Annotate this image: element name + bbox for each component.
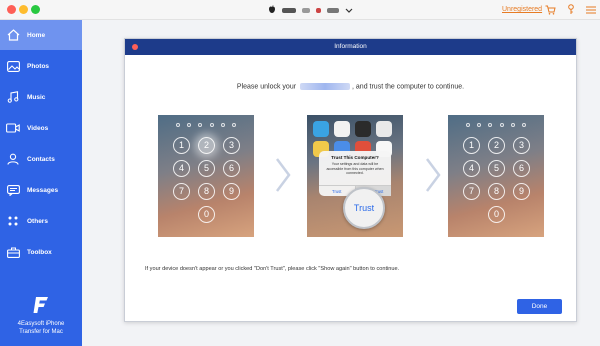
messages-icon <box>6 183 20 197</box>
home-icon <box>6 28 20 42</box>
device-name-redacted <box>282 7 296 13</box>
sidebar-item-home[interactable]: Home <box>0 20 82 50</box>
sidebar-item-label: Videos <box>27 124 49 132</box>
keypad-key: 2 <box>488 137 505 154</box>
sidebar-item-label: Toolbox <box>27 248 52 256</box>
sidebar-item-others[interactable]: Others <box>0 206 82 236</box>
menu-icon[interactable] <box>585 4 596 15</box>
keypad-key: 3 <box>513 137 530 154</box>
device-name-redacted <box>327 7 339 13</box>
trust-magnifier: Trust <box>343 187 385 229</box>
zoom-window-button[interactable] <box>31 5 40 14</box>
sidebar-item-videos[interactable]: Videos <box>0 113 82 143</box>
trust-prompt-illustration: Trust This Computer? Your settings and d… <box>307 115 403 237</box>
sidebar-item-label: Photos <box>27 62 50 70</box>
keypad-key: 2 <box>198 137 215 154</box>
minimize-window-button[interactable] <box>19 5 28 14</box>
keypad-key: 7 <box>463 183 480 200</box>
keypad-key: 7 <box>173 183 190 200</box>
done-button[interactable]: Done <box>517 299 562 314</box>
lock-screen-illustration-2: 1 2 3 4 5 6 7 8 9 0 <box>448 115 544 237</box>
sidebar-item-label: Others <box>27 217 48 225</box>
keypad-key: 4 <box>173 160 190 177</box>
keypad-key: 0 <box>488 206 505 223</box>
chevron-right-icon <box>275 157 291 193</box>
keypad-key: 1 <box>173 137 190 154</box>
photos-icon <box>6 59 20 73</box>
trust-popup-title: Trust This Computer? <box>331 155 379 160</box>
chevron-right-icon <box>425 157 441 193</box>
keypad-key: 5 <box>488 160 505 177</box>
instruction-text-start: Please unlock your <box>236 83 297 91</box>
sidebar-item-label: Contacts <box>27 155 55 163</box>
keypad-key: 0 <box>198 206 215 223</box>
sidebar-item-label: Messages <box>27 186 59 194</box>
unlock-instruction: Please unlock your , and trust the compu… <box>125 83 576 90</box>
close-window-button[interactable] <box>7 5 16 14</box>
music-icon <box>6 90 20 104</box>
lock-screen-illustration-1: 1 2 3 4 5 6 7 8 9 0 <box>158 115 254 237</box>
keypad-key: 8 <box>198 183 215 200</box>
keypad-key: 9 <box>223 183 240 200</box>
passcode-dots <box>466 123 526 127</box>
trust-popup-message: Your settings and data will be accessibl… <box>326 162 384 175</box>
sidebar-item-messages[interactable]: Messages <box>0 175 82 205</box>
title-bar: Unregistered <box>0 0 600 20</box>
chevron-down-icon[interactable] <box>345 1 353 19</box>
device-name-redacted <box>302 7 310 13</box>
device-name-redacted <box>316 7 321 13</box>
key-icon[interactable] <box>565 4 576 15</box>
unregistered-link[interactable]: Unregistered <box>502 6 542 13</box>
device-name-redacted <box>300 83 351 90</box>
instruction-text-end: , and trust the computer to continue. <box>352 83 465 91</box>
toolbox-icon <box>6 245 20 259</box>
sidebar: Home Photos Music Videos Contacts Messag… <box>0 20 82 346</box>
keypad-key: 6 <box>223 160 240 177</box>
cart-icon[interactable] <box>545 4 556 15</box>
information-dialog: Information Please unlock your , and tru… <box>124 38 577 322</box>
keypad-key: 9 <box>513 183 530 200</box>
sidebar-item-label: Home <box>27 31 46 39</box>
sidebar-item-music[interactable]: Music <box>0 82 82 112</box>
apple-icon <box>268 1 276 19</box>
keypad-key: 4 <box>463 160 480 177</box>
keypad-key: 1 <box>463 137 480 154</box>
keypad-key: 8 <box>488 183 505 200</box>
keypad-key: 3 <box>223 137 240 154</box>
sidebar-item-contacts[interactable]: Contacts <box>0 144 82 174</box>
sidebar-item-toolbox[interactable]: Toolbox <box>0 237 82 267</box>
keypad-key: 5 <box>198 160 215 177</box>
show-again-hint: If your device doesn't appear or you cli… <box>145 266 400 272</box>
brand-name-line2: Transfer for Mac <box>19 329 63 335</box>
dialog-title: Information <box>334 43 367 50</box>
device-selector[interactable] <box>268 4 353 16</box>
others-icon <box>6 214 20 228</box>
dialog-header: Information <box>125 39 576 55</box>
sidebar-item-photos[interactable]: Photos <box>0 51 82 81</box>
sidebar-item-label: Music <box>27 93 46 101</box>
brand-name-line1: 4Easysoft iPhone <box>17 321 65 327</box>
keypad-key: 6 <box>513 160 530 177</box>
brand: 4Easysoft iPhone Transfer for Mac <box>0 296 82 336</box>
passcode-dots <box>176 123 236 127</box>
app-logo-icon <box>32 296 50 314</box>
videos-icon <box>6 121 20 135</box>
contacts-icon <box>6 152 20 166</box>
